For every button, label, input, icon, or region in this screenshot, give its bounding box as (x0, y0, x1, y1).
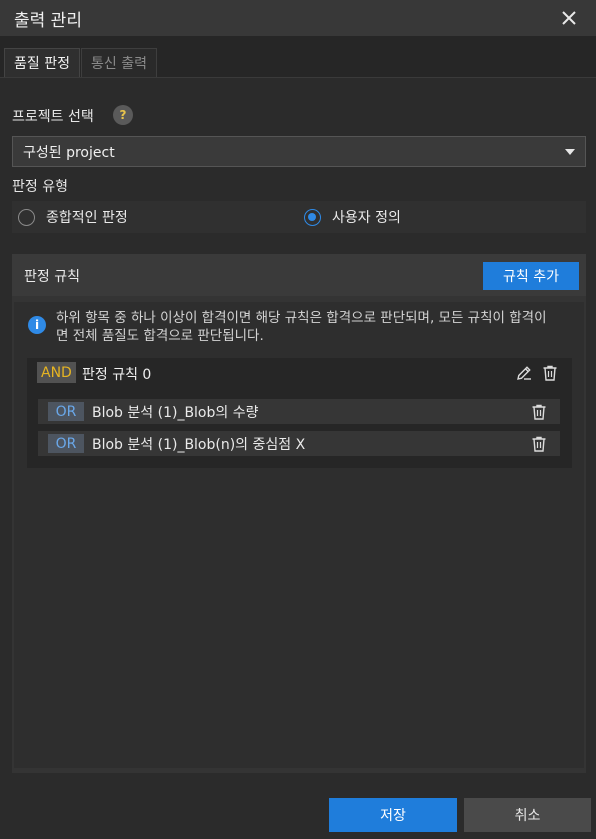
radio-unchecked-icon (18, 208, 35, 226)
tab-bar: 품질 판정 통신 출력 (0, 36, 596, 78)
project-dropdown-value: 구성된 project (23, 144, 115, 161)
radio-label: 종합적인 판정 (46, 210, 128, 226)
judgment-type-label: 판정 유형 (12, 179, 68, 195)
tab-communication-output[interactable]: 통신 출력 (80, 48, 157, 77)
save-button[interactable]: 저장 (329, 798, 457, 832)
dialog-footer: 저장 취소 (0, 783, 596, 839)
condition-text: Blob 분석 (1)_Blob의 수량 (92, 405, 259, 421)
trash-icon[interactable] (529, 434, 549, 454)
close-icon (562, 11, 576, 25)
rules-header: 판정 규칙 규칙 추가 (12, 254, 586, 296)
condition-row: OR Blob 분석 (1)_Blob의 수량 (38, 399, 560, 424)
rule-name: 판정 규칙 0 (82, 367, 152, 383)
edit-icon[interactable] (514, 363, 534, 383)
judgment-type-options: 종합적인 판정 사용자 정의 (12, 201, 586, 233)
help-icon[interactable]: ? (113, 105, 133, 125)
trash-icon[interactable] (540, 363, 560, 383)
tab-quality-judgment[interactable]: 품질 판정 (4, 48, 80, 77)
rules-info-text: 하위 항목 중 하나 이상이 합격이면 해당 규칙은 합격으로 판단되며, 모든… (56, 310, 547, 344)
condition-row: OR Blob 분석 (1)_Blob(n)의 중심점 X (38, 431, 560, 456)
condition-text: Blob 분석 (1)_Blob(n)의 중심점 X (92, 437, 306, 453)
close-button[interactable] (558, 7, 580, 29)
rules-title: 판정 규칙 (24, 269, 80, 285)
cancel-button[interactable]: 취소 (464, 798, 591, 832)
rule-group: AND 판정 규칙 0 OR Blob 분석 (1)_Blob의 수량 OR B… (27, 358, 572, 468)
info-icon: i (28, 316, 46, 334)
rules-body: i 하위 항목 중 하나 이상이 합격이면 해당 규칙은 합격으로 판단되며, … (14, 302, 584, 768)
radio-custom-definition[interactable]: 사용자 정의 (304, 207, 401, 227)
project-dropdown[interactable]: 구성된 project (12, 136, 586, 167)
add-rule-button[interactable]: 규칙 추가 (483, 262, 579, 290)
trash-icon[interactable] (529, 402, 549, 422)
chevron-down-icon (565, 149, 575, 155)
dialog-title: 출력 관리 (14, 10, 82, 31)
radio-comprehensive-judgment[interactable]: 종합적인 판정 (18, 207, 128, 227)
title-bar: 출력 관리 (0, 0, 596, 36)
judgment-rules-panel: 판정 규칙 규칙 추가 i 하위 항목 중 하나 이상이 합격이면 해당 규칙은… (12, 254, 586, 773)
radio-checked-icon (304, 208, 321, 226)
or-operator-tag[interactable]: OR (48, 434, 84, 453)
rule-group-header: AND 판정 규칙 0 (27, 358, 572, 388)
and-operator-tag[interactable]: AND (37, 362, 76, 383)
or-operator-tag[interactable]: OR (48, 402, 84, 421)
project-select-label: 프로젝트 선택 (12, 109, 94, 125)
radio-label: 사용자 정의 (332, 210, 401, 226)
